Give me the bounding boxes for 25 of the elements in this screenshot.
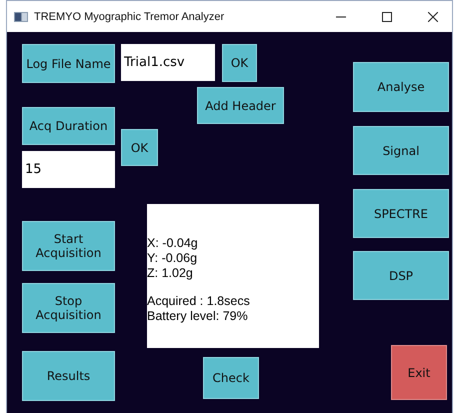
stop-acquisition-button[interactable]: Stop Acquisition — [22, 283, 115, 333]
maximize-icon[interactable] — [382, 12, 392, 22]
status-text: Battery level: 79% — [147, 309, 249, 324]
axis-reading: X: -0.04g — [147, 236, 199, 251]
axis-reading: Y: -0.06g — [147, 251, 198, 266]
exit-button[interactable]: Exit — [391, 345, 447, 400]
start-acquisition-button[interactable]: Start Acquisition — [22, 221, 115, 271]
spectre-button[interactable]: SPECTRE — [353, 189, 449, 238]
ok-button[interactable]: OK — [222, 44, 257, 82]
analyse-button[interactable]: Analyse — [353, 62, 449, 112]
close-icon[interactable] — [428, 12, 438, 22]
app-icon — [14, 12, 28, 22]
dsp-button[interactable]: DSP — [353, 251, 449, 300]
file-name-field[interactable]: Trial1.csv — [121, 44, 215, 81]
window-title: TREMYO Myographic Tremor Analyzer — [34, 10, 224, 22]
axis-reading: Z: 1.02g — [147, 266, 194, 281]
ok-button[interactable]: OK — [121, 129, 158, 166]
results-button[interactable]: Results — [22, 351, 115, 401]
signal-button[interactable]: Signal — [353, 126, 449, 175]
add-header-button[interactable]: Add Header — [197, 87, 284, 124]
check-button[interactable]: Check — [203, 357, 259, 399]
log-file-name-button[interactable]: Log File Name — [22, 44, 115, 83]
status-text: Acquired : 1.8secs — [147, 294, 251, 309]
duration-field[interactable]: 15 — [22, 151, 115, 188]
acq-duration-button[interactable]: Acq Duration — [22, 107, 115, 145]
